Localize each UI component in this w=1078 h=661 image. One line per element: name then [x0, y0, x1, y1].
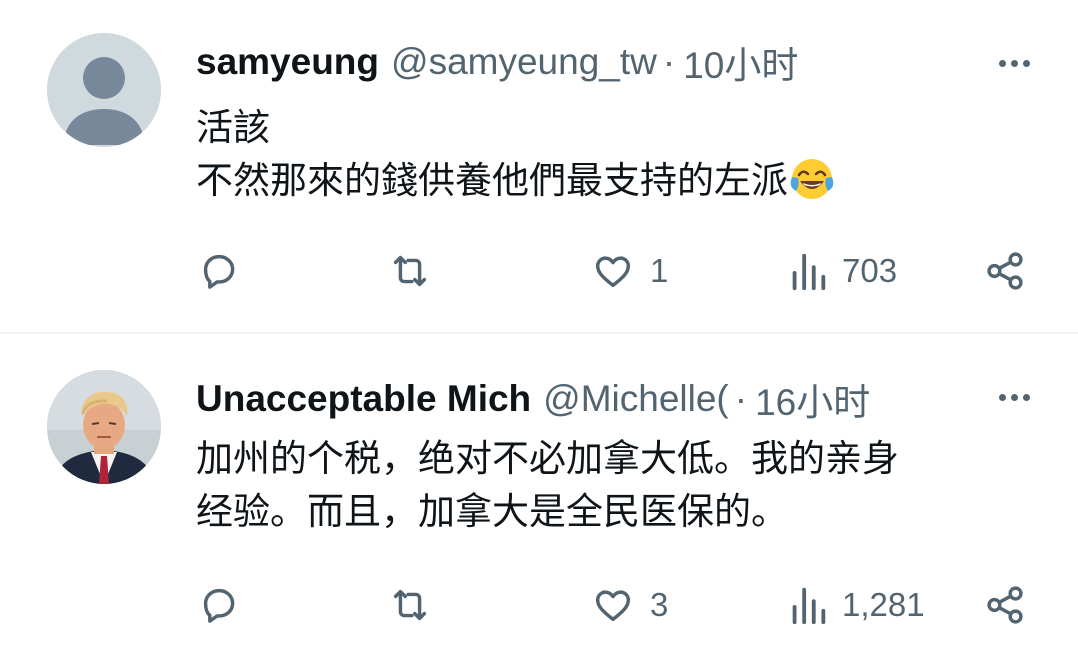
timestamp[interactable]: 16小时 [755, 372, 870, 426]
like-count: 1 [650, 252, 669, 289]
tweet-header: samyeung @samyeung_tw · 10小时 [196, 36, 1058, 88]
views-chart-icon [792, 587, 826, 625]
tweet-actions: 3 1,281 [196, 580, 1038, 630]
reply-icon [203, 254, 235, 289]
views-button[interactable]: 703 [788, 246, 897, 296]
heart-icon [595, 256, 631, 288]
face-with-tears-of-joy-icon [790, 159, 834, 199]
heart-icon [595, 590, 631, 622]
default-avatar-icon [47, 33, 161, 147]
display-name[interactable]: Unacceptable Mich [196, 378, 531, 420]
user-handle[interactable]: @Michelle( [543, 378, 729, 420]
share-button[interactable] [982, 580, 1028, 630]
tweet-header: Unacceptable Mich @Michelle( · 16小时 [196, 373, 1058, 425]
views-chart-icon [792, 253, 826, 291]
tweet-text-line: 活該 [196, 107, 270, 148]
user-handle[interactable]: @samyeung_tw [391, 41, 657, 83]
reply-icon [203, 588, 235, 623]
view-count: 703 [842, 252, 898, 289]
tweet[interactable]: Unacceptable Mich @Michelle( · 16小时 加州的个… [0, 334, 1078, 661]
share-icon [987, 252, 1023, 290]
view-count: 1,281 [842, 586, 925, 623]
separator-dot: · [662, 41, 676, 82]
tweet-text-line: 经验。而且，加拿大是全民医保的。 [196, 491, 788, 532]
retweet-icon [393, 589, 427, 621]
tweet-actions: 1 703 [196, 246, 1038, 296]
display-name[interactable]: samyeung [196, 41, 379, 83]
more-options-icon[interactable] [999, 377, 1030, 417]
share-button[interactable] [982, 246, 1028, 296]
like-button[interactable]: 3 [590, 580, 668, 630]
reply-button[interactable] [196, 246, 256, 296]
retweet-icon [393, 255, 427, 287]
more-options-icon[interactable] [999, 43, 1030, 83]
retweet-button[interactable] [386, 246, 448, 296]
tweet-text-line: 加州的个税，绝对不必加拿大低。我的亲身 [196, 438, 899, 479]
timestamp[interactable]: 10小时 [683, 35, 798, 89]
tweet-text: 活該 不然那來的錢供養他們最支持的左派 [196, 101, 1018, 207]
retweet-button[interactable] [386, 580, 448, 630]
profile-photo-icon [47, 370, 161, 484]
avatar[interactable] [47, 33, 161, 147]
separator-dot: · [734, 378, 748, 419]
like-button[interactable]: 1 [590, 246, 668, 296]
avatar[interactable] [47, 370, 161, 484]
share-icon [987, 586, 1023, 624]
tweet-text: 加州的个税，绝对不必加拿大低。我的亲身 经验。而且，加拿大是全民医保的。 [196, 432, 1018, 538]
reply-button[interactable] [196, 580, 256, 630]
tweet-text-line: 不然那來的錢供養他們最支持的左派 [196, 160, 788, 201]
tweet[interactable]: samyeung @samyeung_tw · 10小时 活該 不然那來的錢供養… [0, 0, 1078, 334]
like-count: 3 [650, 586, 669, 623]
views-button[interactable]: 1,281 [788, 580, 925, 630]
